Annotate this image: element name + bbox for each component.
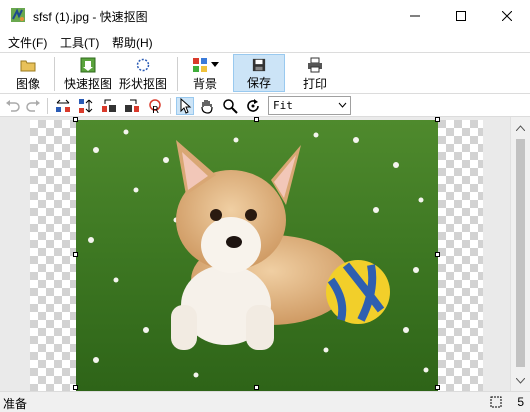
background-palette-icon — [192, 58, 207, 72]
zoom-icon[interactable] — [222, 98, 238, 114]
resize-handle[interactable] — [435, 117, 440, 122]
vertical-scrollbar[interactable] — [510, 117, 530, 391]
print-button[interactable]: 打印 — [294, 54, 336, 92]
toolbar-separator — [54, 57, 55, 91]
resize-handle[interactable] — [254, 117, 259, 122]
resize-handle[interactable] — [435, 385, 440, 390]
status-value: 5 — [517, 395, 524, 409]
corgi-photo[interactable] — [76, 120, 438, 391]
close-icon — [502, 11, 512, 21]
status-bar: 准备 5 — [0, 391, 530, 412]
redo-icon[interactable] — [25, 98, 41, 114]
main-toolbar: 图像 快速抠图 形状抠图 背景 保存 打印 — [0, 52, 530, 94]
minimize-icon — [410, 15, 420, 17]
resize-handle[interactable] — [73, 252, 78, 257]
shape-cutout-button[interactable]: 形状抠图 — [117, 54, 169, 92]
chevron-up-icon — [516, 124, 525, 131]
menu-bar: 文件(F) 工具(T) 帮助(H) — [0, 32, 530, 52]
chevron-down-icon — [338, 102, 347, 108]
scroll-up-button[interactable] — [511, 119, 530, 136]
chevron-down-icon — [516, 377, 525, 384]
scroll-down-button[interactable] — [511, 372, 530, 389]
save-label: 保存 — [246, 76, 271, 90]
toolbar-separator — [47, 98, 48, 114]
image-canvas[interactable] — [0, 117, 510, 391]
photo-image — [76, 120, 438, 391]
resize-handle[interactable] — [73, 117, 78, 122]
background-label: 背景 — [192, 77, 217, 91]
scroll-thumb[interactable] — [516, 139, 525, 367]
status-text: 准备 — [3, 397, 28, 411]
flip-horizontal-icon[interactable] — [55, 98, 71, 114]
pointer-icon[interactable] — [176, 97, 194, 115]
close-button[interactable] — [484, 0, 530, 32]
shape-cutout-icon — [136, 58, 150, 72]
menu-help[interactable]: 帮助(H) — [112, 34, 153, 51]
hand-pan-icon[interactable] — [199, 98, 215, 114]
chevron-down-icon — [210, 62, 219, 67]
image-button[interactable]: 图像 — [8, 54, 48, 92]
open-folder-icon — [20, 60, 36, 72]
flip-vertical-icon[interactable] — [78, 98, 94, 114]
svg-text:R: R — [152, 105, 159, 114]
menu-file[interactable]: 文件(F) — [8, 34, 47, 51]
toolbar-separator — [170, 98, 171, 114]
quick-cutout-icon — [80, 57, 96, 73]
save-disk-icon — [252, 58, 266, 72]
background-button[interactable]: 背景 — [184, 54, 226, 92]
quick-cutout-label: 快速抠图 — [63, 77, 112, 91]
secondary-toolbar: R Fit — [0, 95, 530, 117]
resize-handle[interactable] — [73, 385, 78, 390]
window-title: sfsf (1).jpg - 快速抠图 — [33, 10, 148, 24]
menu-tools[interactable]: 工具(T) — [60, 34, 99, 51]
selection-size-icon — [490, 396, 502, 408]
rotate-left-icon[interactable] — [101, 98, 117, 114]
zoom-value: Fit — [273, 99, 293, 112]
toolbar-separator — [177, 57, 178, 91]
resize-handle[interactable] — [254, 385, 259, 390]
quick-cutout-button[interactable]: 快速抠图 — [62, 54, 114, 92]
shape-cutout-label: 形状抠图 — [118, 77, 167, 91]
undo-icon[interactable] — [5, 98, 21, 114]
app-logo-icon — [11, 8, 25, 22]
rotate-right-icon[interactable] — [124, 98, 140, 114]
refresh-icon[interactable] — [245, 98, 261, 114]
save-button[interactable]: 保存 — [233, 54, 285, 92]
reset-icon[interactable]: R — [147, 98, 163, 114]
resize-handle[interactable] — [435, 252, 440, 257]
zoom-select[interactable]: Fit — [268, 96, 351, 115]
image-button-label: 图像 — [15, 77, 40, 91]
printer-icon — [308, 57, 322, 73]
print-label: 打印 — [302, 77, 327, 91]
minimize-button[interactable] — [392, 0, 438, 32]
maximize-icon — [456, 11, 466, 21]
maximize-button[interactable] — [438, 0, 484, 32]
title-bar: sfsf (1).jpg - 快速抠图 — [0, 0, 530, 32]
